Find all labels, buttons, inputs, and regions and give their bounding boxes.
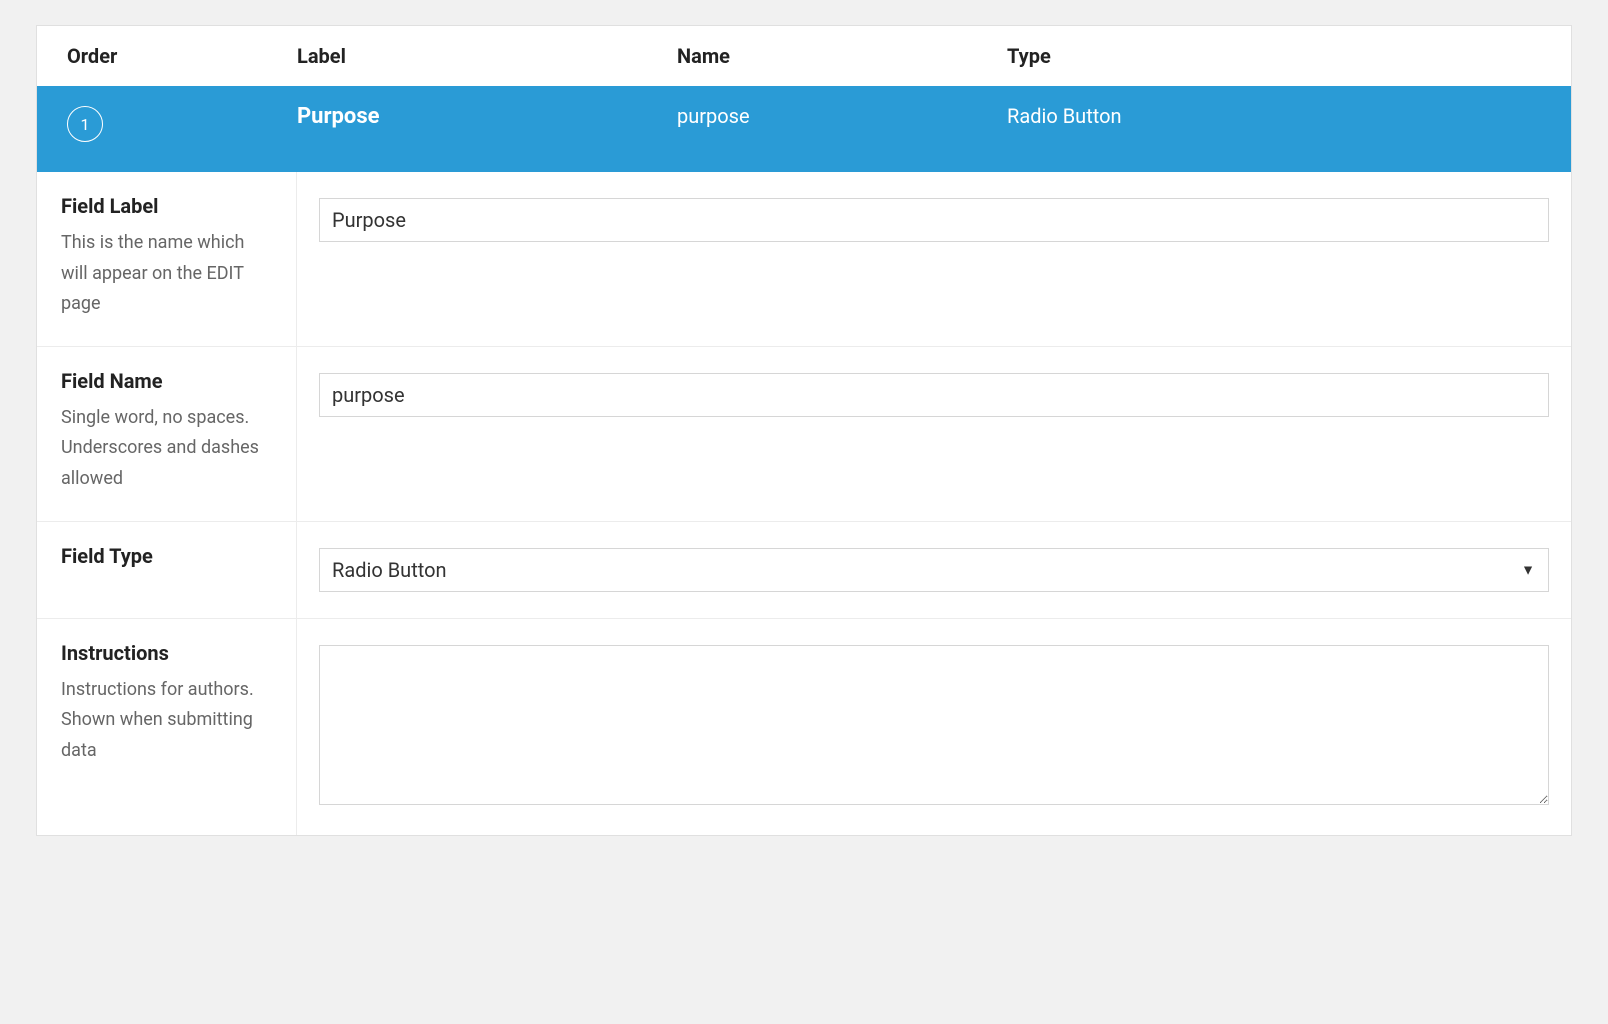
type-cell: Radio Button: [1007, 104, 1571, 128]
header-name: Name: [677, 44, 1007, 68]
header-type: Type: [1007, 44, 1571, 68]
field-type-select-wrap: Radio Button ▼: [319, 548, 1549, 592]
label-cell: Purpose: [297, 104, 677, 129]
setting-label: Field Label: [61, 194, 272, 218]
order-badge: 1: [67, 106, 103, 142]
field-type-select[interactable]: Radio Button: [319, 548, 1549, 592]
order-cell: 1: [37, 104, 297, 142]
setting-desc: This is the name which will appear on th…: [61, 228, 272, 320]
setting-desc: Instructions for authors. Shown when sub…: [61, 675, 272, 767]
setting-label: Field Type: [61, 544, 272, 568]
setting-label: Instructions: [61, 641, 272, 665]
field-settings: Field Label This is the name which will …: [37, 172, 1571, 835]
name-cell: purpose: [677, 104, 1007, 128]
field-group-editor: Order Label Name Type 1 Purpose purpose …: [36, 25, 1572, 836]
header-label: Label: [297, 44, 677, 68]
table-header: Order Label Name Type: [37, 26, 1571, 86]
field-row[interactable]: 1 Purpose purpose Radio Button: [37, 86, 1571, 172]
setting-label: Field Name: [61, 369, 272, 393]
setting-desc: Single word, no spaces. Underscores and …: [61, 403, 272, 495]
header-order: Order: [37, 44, 297, 68]
instructions-textarea[interactable]: [319, 645, 1549, 805]
field-label-input[interactable]: [319, 198, 1549, 242]
field-name-input[interactable]: [319, 373, 1549, 417]
